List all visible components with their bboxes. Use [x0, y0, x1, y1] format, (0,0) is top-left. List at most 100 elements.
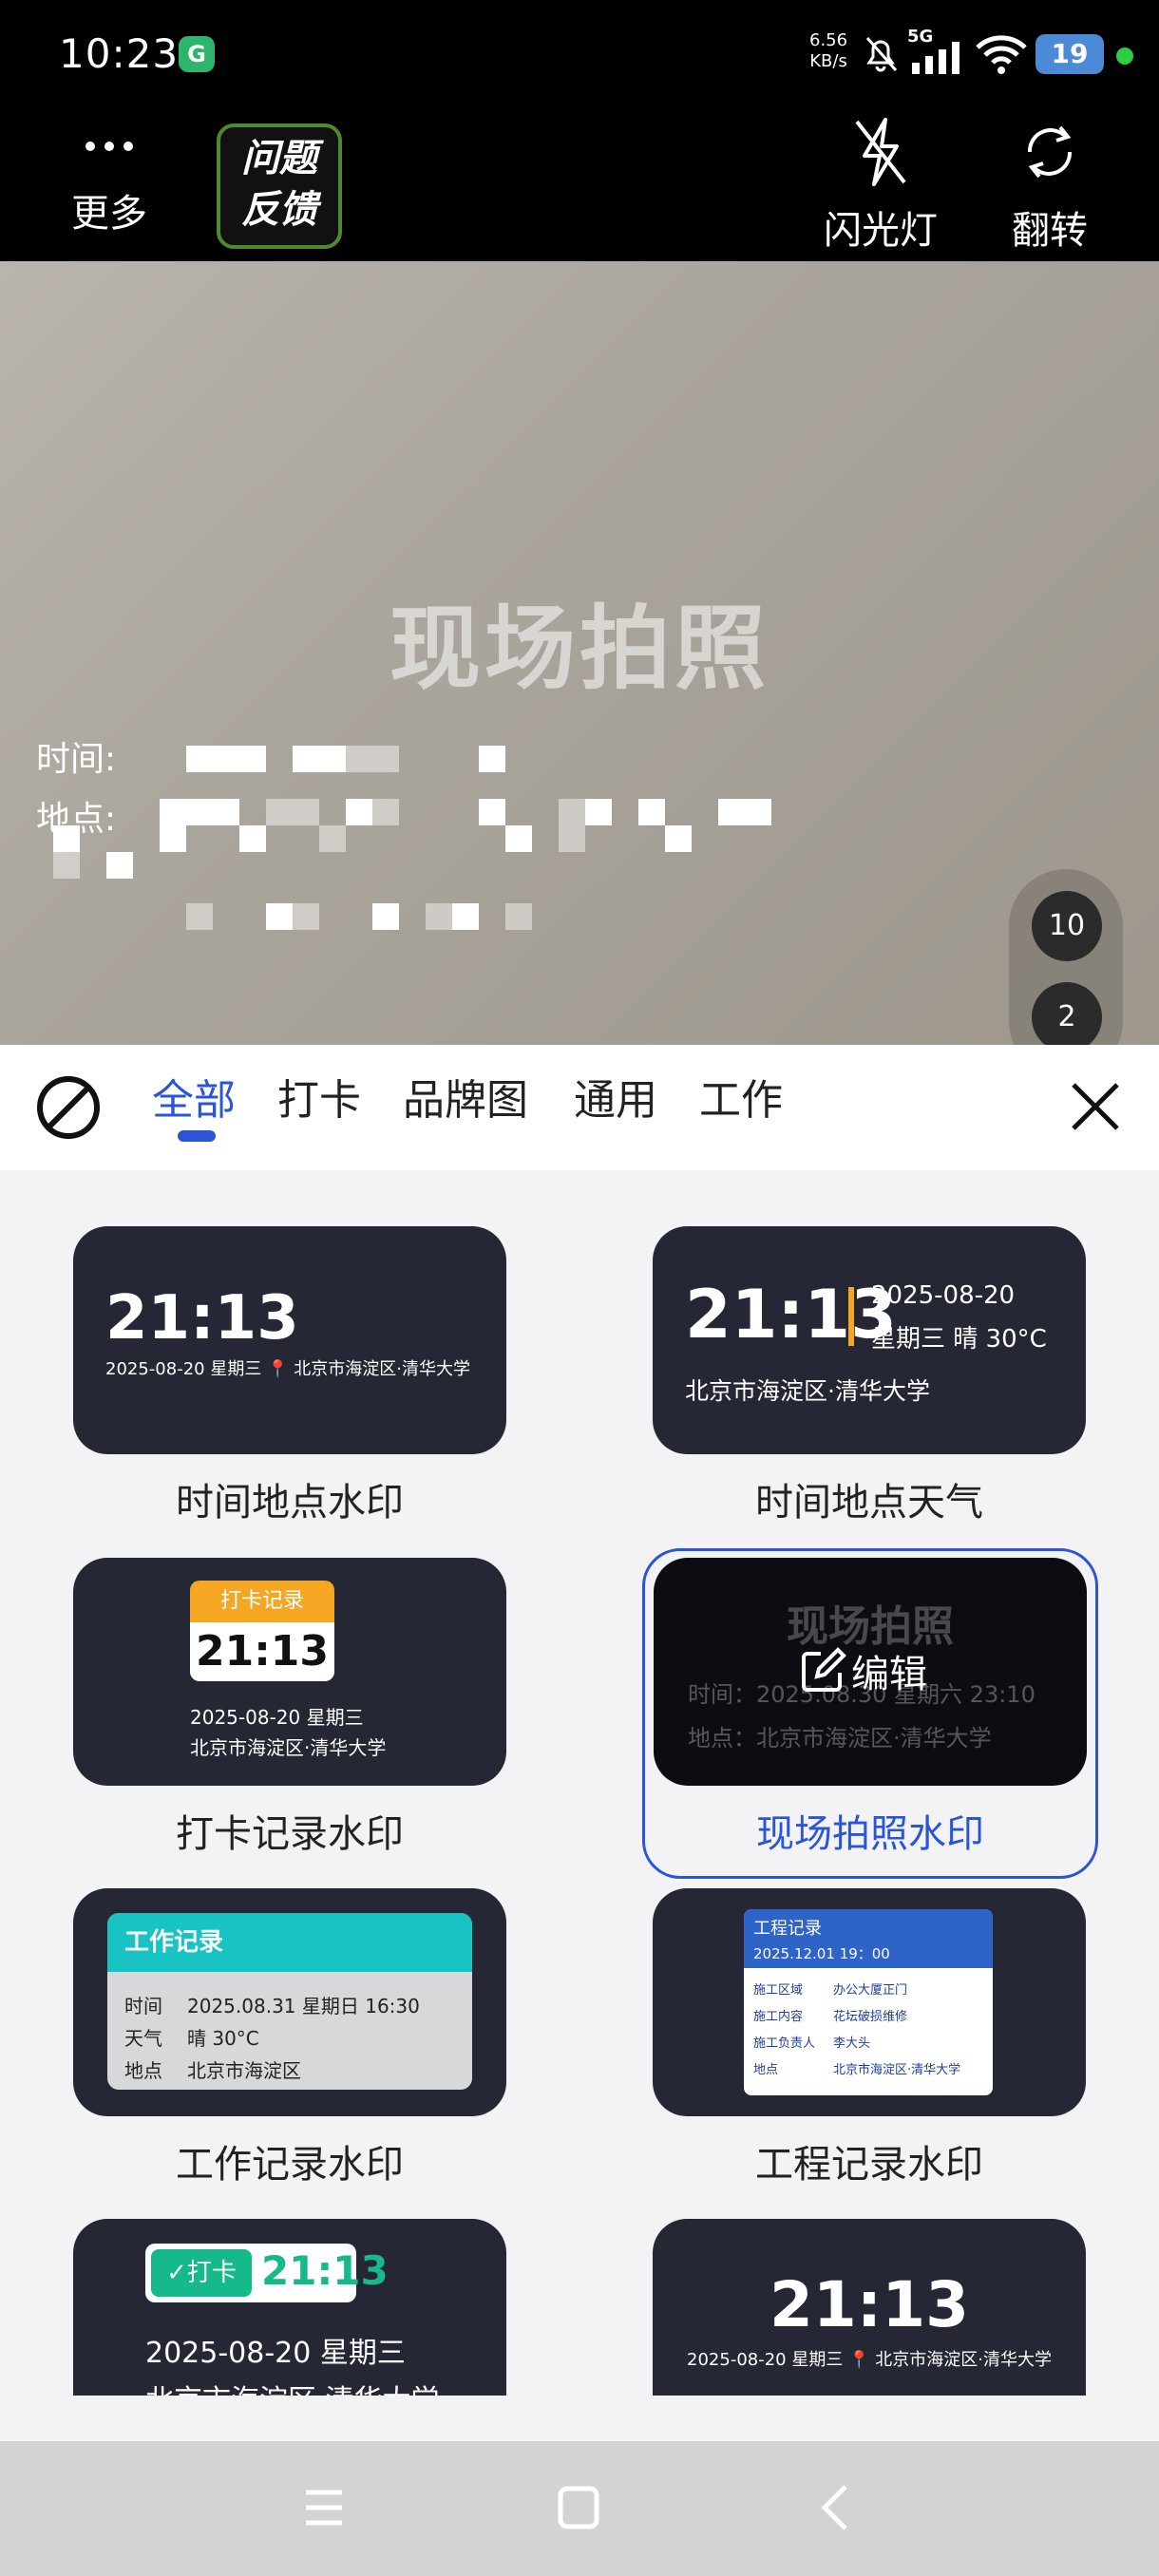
thumb-place: 北京市海淀区·清华大学 — [190, 1736, 387, 1759]
thumb-time: 21:13 — [105, 1283, 299, 1354]
back-icon[interactable] — [811, 2479, 859, 2536]
template-thumbnail: 21:13 2025-08-20 星期三 📍 北京市海淀区·清华大学 — [653, 2219, 1086, 2396]
template-card-time-place[interactable]: 21:13 2025-08-20 星期三 📍 北京市海淀区·清华大学 时间地点水… — [73, 1226, 506, 1526]
template-card-site-photo[interactable]: 现场拍照 时间：2025.08.30 星期六 23:10 地点：北京市海淀区·清… — [654, 1558, 1087, 1858]
tab-checkin[interactable]: 打卡 — [277, 1066, 361, 1127]
template-card-time-place-weather[interactable]: 21:13 2025-08-20 星期三 晴 30°C 北京市海淀区·清华大学 … — [653, 1226, 1086, 1526]
thumb-line: 2025-08-20 星期三 📍 北京市海淀区·清华大学 — [105, 1359, 470, 1379]
template-thumbnail: 21:13 2025-08-20 星期三 📍 北京市海淀区·清华大学 — [73, 1226, 506, 1454]
edit-button[interactable]: 编辑 — [798, 1643, 927, 1698]
template-name: 打卡记录水印 — [176, 1812, 404, 1856]
engineering-datetime: 2025.12.01 19：00 — [753, 1945, 890, 1962]
category-tabs: 全部 打卡 品牌图 通用 工作 — [0, 1045, 1159, 1170]
camera-preview[interactable]: 现场拍照 时间: 地点: 10 2 — [0, 261, 1159, 1045]
thumb-place: 北京市海淀区·清华大学 — [685, 1377, 930, 1405]
tab-all[interactable]: 全部 — [152, 1066, 236, 1127]
row-key: 施工内容 — [753, 2010, 804, 2024]
template-thumbnail: ✓打卡 21:13 2025-08-20 星期三 北京市海淀区·清华大学 — [73, 2219, 506, 2396]
menu-icon[interactable] — [300, 2479, 348, 2536]
location-pin-icon: 📍 — [848, 2350, 870, 2370]
check-icon: ✓ — [166, 2259, 187, 2287]
template-name: 工作记录水印 — [176, 2143, 404, 2187]
status-time: 10:23 — [59, 30, 180, 77]
tab-general[interactable]: 通用 — [574, 1066, 657, 1127]
thumb-line: 2025-08-20 星期三 📍 北京市海淀区·清华大学 — [687, 2350, 1052, 2370]
row-value: 晴 30°C — [187, 2027, 259, 2050]
edit-icon — [802, 1647, 846, 1692]
preview-time-label: 时间: — [36, 740, 117, 779]
flash-off-icon — [855, 118, 906, 186]
net-speed-value: 6.56 — [809, 30, 848, 50]
cell-signal-icon — [912, 42, 960, 74]
template-thumbnail: 工作记录 时间 2025.08.31 星期日 16:30 天气 晴 30°C 地… — [73, 1888, 506, 2116]
row-value: 北京市海淀区·清华大学 — [833, 2063, 961, 2077]
feedback-button[interactable]: 问题 反馈 — [217, 123, 342, 249]
template-name: 时间地点水印 — [176, 1481, 404, 1525]
more-button[interactable]: 更多 — [57, 127, 162, 237]
home-icon[interactable] — [555, 2479, 602, 2536]
thumb-place-line: 地点：北京市海淀区·清华大学 — [688, 1725, 992, 1752]
row-key: 时间 — [124, 1995, 162, 2017]
no-watermark-icon[interactable] — [34, 1073, 103, 1142]
template-card-engineering-record[interactable]: 工程记录 2025.12.01 19：00 施工区域 办公大厦正门 施工内容 花… — [653, 1888, 1086, 2188]
flash-button[interactable]: 闪光灯 — [819, 114, 942, 255]
timer-badge[interactable]: 2 — [1032, 982, 1102, 1045]
privacy-dot-icon — [1116, 47, 1133, 65]
feedback-line2: 反馈 — [241, 188, 317, 232]
row-value: 花坛破损维修 — [833, 2010, 908, 2024]
checkin-badge-box: ✓打卡 21:13 — [145, 2244, 389, 2302]
engineering-header: 工程记录 2025.12.01 19：00 — [744, 1909, 993, 1968]
thumb-time: 21:13 — [685, 1276, 897, 1354]
row-value: 李大头 — [833, 2036, 871, 2051]
more-dots-icon — [86, 142, 133, 151]
flip-camera-icon — [1027, 125, 1073, 179]
flip-button[interactable]: 翻转 — [993, 114, 1107, 255]
photo-count-badge[interactable]: 10 — [1032, 891, 1102, 961]
battery-indicator: 19 — [1036, 34, 1104, 74]
template-name: 时间地点天气 — [755, 1481, 983, 1525]
work-record-panel: 工作记录 时间 2025.08.31 星期日 16:30 天气 晴 30°C 地… — [107, 1913, 472, 2090]
location-pin-icon: 📍 — [267, 1359, 289, 1379]
row-key: 地点 — [124, 2059, 162, 2082]
template-card-time-place-centered[interactable]: 21:13 2025-08-20 星期三 📍 北京市海淀区·清华大学 — [653, 2219, 1086, 2396]
template-card-work-record[interactable]: 工作记录 时间 2025.08.31 星期日 16:30 天气 晴 30°C 地… — [73, 1888, 506, 2188]
template-name: 现场拍照水印 — [756, 1812, 984, 1856]
checkin-header: 打卡记录 — [190, 1581, 334, 1622]
thumb-date: 2025-08-20 — [871, 1281, 1016, 1310]
check-pill: ✓打卡 — [151, 2249, 252, 2297]
template-thumbnail: 现场拍照 时间：2025.08.30 星期六 23:10 地点：北京市海淀区·清… — [654, 1558, 1087, 1786]
thumb-place: 北京市海淀区·清华大学 — [145, 2377, 440, 2396]
app-notification-icon: G — [179, 36, 215, 72]
preview-watermark-title: 现场拍照 — [390, 596, 770, 702]
more-label: 更多 — [71, 192, 147, 236]
engineering-title: 工程记录 — [753, 1919, 822, 1939]
template-name: 工程记录水印 — [755, 2143, 983, 2187]
thumb-date: 2025-08-20 星期三 — [145, 2337, 406, 2370]
thumb-weather: 星期三 晴 30°C — [871, 1325, 1047, 1354]
row-value: 办公大厦正门 — [833, 1983, 908, 1998]
wifi-icon — [976, 35, 1027, 74]
grid-bottom-padding — [0, 2396, 1159, 2441]
work-record-header: 工作记录 — [107, 1913, 472, 1972]
row-key: 地点 — [753, 2063, 779, 2077]
tab-work[interactable]: 工作 — [699, 1066, 783, 1127]
thumb-time: 21:13 — [190, 1622, 334, 1681]
camera-toolbar: 更多 问题 反馈 闪光灯 翻转 — [0, 114, 1159, 261]
feedback-line1: 问题 — [241, 137, 317, 180]
template-card-checkin-record[interactable]: 打卡记录 21:13 2025-08-20 星期三 北京市海淀区·清华大学 打卡… — [73, 1558, 506, 1858]
template-card-checkin-badge[interactable]: ✓打卡 21:13 2025-08-20 星期三 北京市海淀区·清华大学 — [73, 2219, 506, 2396]
system-navigation-bar — [0, 2441, 1159, 2576]
camera-watermark-screen: 10:23 G 6.56 KB/s 5G 19 更多 问题 反馈 闪光灯 翻转 … — [0, 0, 1159, 2576]
template-thumbnail: 打卡记录 21:13 2025-08-20 星期三 北京市海淀区·清华大学 — [73, 1558, 506, 1786]
mute-bell-icon — [865, 37, 898, 72]
row-key: 天气 — [124, 2027, 162, 2050]
network-speed: 6.56 KB/s — [809, 30, 847, 72]
template-thumbnail: 工程记录 2025.12.01 19：00 施工区域 办公大厦正门 施工内容 花… — [653, 1888, 1086, 2116]
close-icon[interactable] — [1068, 1079, 1123, 1134]
engineering-panel: 工程记录 2025.12.01 19：00 施工区域 办公大厦正门 施工内容 花… — [744, 1909, 993, 2095]
tab-brand[interactable]: 品牌图 — [403, 1066, 528, 1127]
net-speed-unit: KB/s — [809, 51, 847, 71]
row-key: 施工区域 — [753, 1983, 804, 1998]
watermark-template-grid: 21:13 2025-08-20 星期三 📍 北京市海淀区·清华大学 时间地点水… — [0, 1170, 1159, 2396]
edit-label: 编辑 — [851, 1653, 927, 1696]
